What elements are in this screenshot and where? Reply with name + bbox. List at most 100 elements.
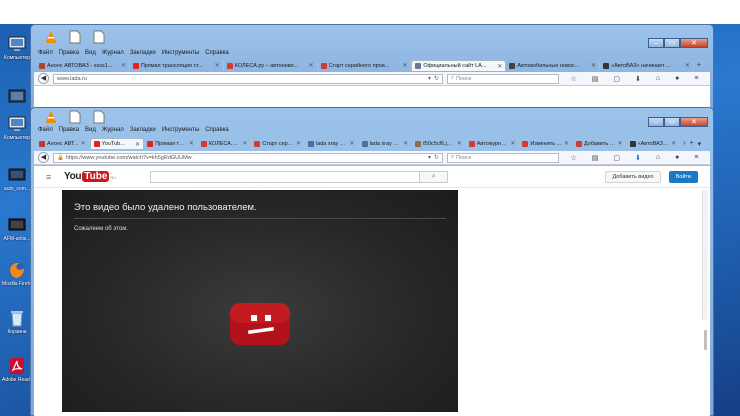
youtube-logo[interactable]: You Tube RU: [64, 171, 116, 182]
youtube-search-input[interactable]: [150, 170, 421, 183]
menu-view[interactable]: Вид: [85, 50, 96, 56]
reload-icon[interactable]: ↻: [434, 75, 439, 82]
chat-icon[interactable]: ●: [675, 75, 679, 83]
library-icon[interactable]: ▤: [592, 154, 599, 162]
tab-active[interactable]: Официальный сайт LA... ✕: [411, 60, 507, 71]
desktop-icon-firefox[interactable]: Mozilla Firefox: [2, 260, 32, 287]
tab-close-icon[interactable]: ✕: [457, 140, 462, 147]
tab[interactable]: Анонс АВТОВАЗ - ssss1... ✕: [36, 60, 130, 71]
download-icon[interactable]: ⬇: [635, 75, 641, 83]
upload-video-button[interactable]: Добавить видео: [605, 170, 661, 183]
tab-close-icon[interactable]: ✕: [309, 62, 314, 69]
menu-icon[interactable]: ≡: [694, 154, 698, 162]
menu-help[interactable]: Справка: [205, 127, 229, 133]
tab-close-icon[interactable]: ✕: [402, 62, 407, 69]
tab-close-icon[interactable]: ✕: [215, 62, 220, 69]
menu-history[interactable]: Журнал: [102, 127, 124, 133]
desktop-icon-computer-2[interactable]: Компьютер: [2, 114, 32, 141]
tab-close-icon[interactable]: ✕: [591, 62, 596, 69]
guide-menu-icon[interactable]: ≡: [46, 172, 62, 182]
tab[interactable]: Прямая трансляция ст... ✕: [130, 60, 224, 71]
home-icon[interactable]: ⌂: [656, 75, 660, 83]
tab-close-icon[interactable]: ✕: [510, 140, 515, 147]
browser-window-front[interactable]: Файл Правка Вид Журнал Закладки Инструме…: [30, 107, 714, 416]
browser-window-back[interactable]: Файл Правка Вид Журнал Закладки Инструме…: [30, 24, 714, 114]
tab[interactable]: КОЛЕСА.ру – автоново... ✕: [224, 60, 318, 71]
new-tab-icon[interactable]: +: [689, 140, 693, 147]
bookmark-star-icon[interactable]: ☆: [571, 154, 577, 162]
menu-help[interactable]: Справка: [205, 50, 229, 56]
menu-history[interactable]: Журнал: [102, 50, 124, 56]
desktop-icon-afm[interactable]: AFM-antis...: [2, 215, 32, 242]
page-scrollbar[interactable]: [702, 190, 708, 350]
video-player[interactable]: Это видео было удалено пользователем. Со…: [62, 190, 458, 412]
tab[interactable]: Прямая тра... ✕: [144, 138, 198, 149]
front-url-bar[interactable]: 🔒 https://www.youtube.com/watch?v=kh5gRd…: [53, 152, 443, 163]
tab-close-icon[interactable]: ✕: [189, 140, 194, 147]
lock-icon[interactable]: ▢: [613, 154, 620, 162]
reload-icon[interactable]: ↻: [434, 154, 439, 161]
tab-close-icon[interactable]: ✕: [564, 140, 569, 147]
dropdown-icon[interactable]: ▾: [428, 75, 431, 82]
scroll-tabs-icon[interactable]: ›: [683, 140, 685, 147]
menu-tools[interactable]: Инструменты: [162, 50, 199, 56]
menu-file[interactable]: Файл: [38, 50, 53, 56]
tab-active[interactable]: YouTub... ✕: [89, 138, 145, 149]
desktop-icon-recycle-bin[interactable]: Корзина: [2, 308, 32, 335]
minimize-button[interactable]: –: [648, 38, 664, 48]
sign-in-button[interactable]: Войти: [668, 170, 698, 183]
menu-file[interactable]: Файл: [38, 127, 53, 133]
tab[interactable]: Старт серийного прои... ✕: [318, 60, 412, 71]
tab[interactable]: Автомобильные новос... ✕: [506, 60, 601, 71]
tab-close-icon[interactable]: ✕: [350, 140, 355, 147]
tab-close-icon[interactable]: ✕: [403, 140, 408, 147]
bookmark-star-icon[interactable]: ☆: [571, 75, 577, 83]
maximize-button[interactable]: ▭: [664, 117, 680, 127]
menu-edit[interactable]: Правка: [59, 50, 79, 56]
menu-bookmarks[interactable]: Закладки: [130, 50, 156, 56]
menu-tools[interactable]: Инструменты: [162, 127, 199, 133]
back-url-bar[interactable]: www.lada.ru ▾ ↻: [53, 73, 443, 84]
maximize-button[interactable]: ▭: [664, 38, 680, 48]
back-search-bar[interactable]: ⌕ Поиск: [447, 73, 559, 84]
lock-icon[interactable]: ▢: [613, 75, 620, 83]
desktop-icon-computer[interactable]: Компьютер: [2, 34, 32, 61]
tab[interactable]: КОЛЕСА.ру... ✕: [198, 138, 252, 149]
back-button[interactable]: ◀: [38, 152, 49, 163]
tab-close-icon[interactable]: ✕: [671, 140, 676, 147]
minimize-button[interactable]: –: [648, 117, 664, 127]
youtube-search-button[interactable]: ⌕: [420, 170, 449, 183]
tab[interactable]: Анонс АВТ... ✕: [36, 138, 90, 149]
tab-close-icon[interactable]: ✕: [81, 140, 86, 147]
close-window-button[interactable]: ✕: [680, 38, 708, 48]
tab-close-icon[interactable]: ✕: [135, 141, 140, 148]
close-window-button[interactable]: ✕: [680, 117, 708, 127]
home-icon[interactable]: ⌂: [656, 154, 660, 162]
menu-view[interactable]: Вид: [85, 127, 96, 133]
chat-icon[interactable]: ●: [675, 154, 679, 162]
new-tab-icon[interactable]: +: [697, 62, 701, 69]
tab[interactable]: Изменить ... ✕: [519, 138, 573, 149]
desktop-icon-auto-com[interactable]: auto_com...: [2, 165, 32, 192]
back-button[interactable]: ◀: [38, 73, 49, 84]
scrollbar-thumb[interactable]: [704, 330, 707, 350]
tab-close-icon[interactable]: ✕: [685, 62, 690, 69]
menu-bookmarks[interactable]: Закладки: [130, 127, 156, 133]
menu-icon[interactable]: ≡: [694, 75, 698, 83]
tab[interactable]: Старт сери... ✕: [251, 138, 305, 149]
tab[interactable]: «АвтоВАЗ» начинает ... ✕: [600, 60, 694, 71]
tab[interactable]: Автожурна... ✕: [466, 138, 520, 149]
tab[interactable]: Добавить С... ✕: [573, 138, 627, 149]
front-search-bar[interactable]: ⌕ Поиск: [447, 152, 559, 163]
tab-close-icon[interactable]: ✕: [121, 62, 126, 69]
desktop-icon-monitor[interactable]: [2, 87, 32, 108]
download-icon[interactable]: ⬇: [635, 154, 641, 162]
tab[interactable]: f50c5cf6.jpg... ✕: [412, 138, 466, 149]
tab-close-icon[interactable]: ✕: [618, 140, 623, 147]
desktop-icon-adobe-reader[interactable]: Adobe Reader X: [2, 356, 32, 383]
tab-close-icon[interactable]: ✕: [296, 140, 301, 147]
tab[interactable]: lada xray на... ✕: [305, 138, 359, 149]
tab[interactable]: «АвтоВАЗ»... ✕: [627, 138, 681, 149]
tab-close-icon[interactable]: ✕: [497, 63, 502, 70]
menu-edit[interactable]: Правка: [59, 127, 79, 133]
